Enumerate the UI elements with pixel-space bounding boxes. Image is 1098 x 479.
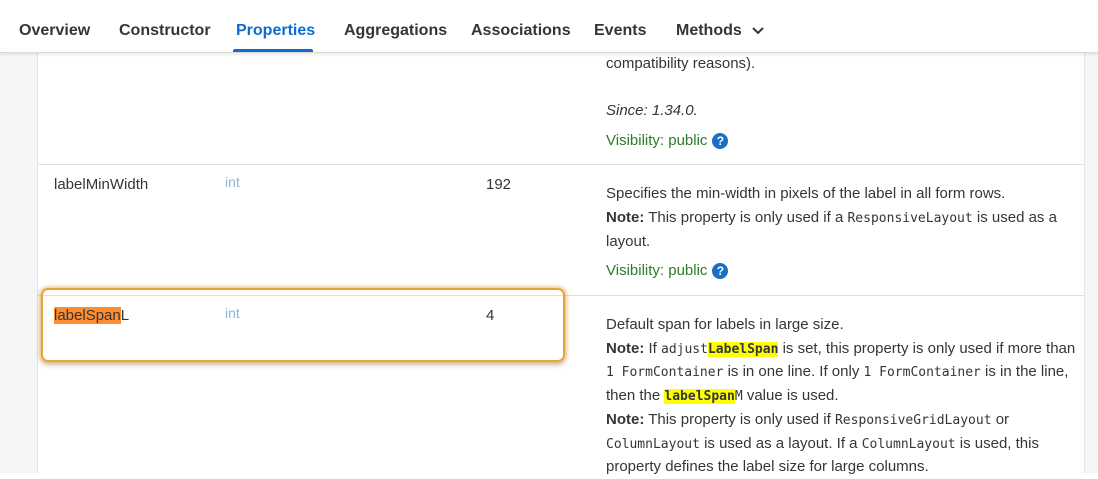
property-desc-line5: Note: This property is only used if Resp… — [606, 408, 1009, 433]
property-desc-line6: ColumnLayout is used as a layout. If a C… — [606, 432, 1039, 457]
tab-bar: Overview Constructor Properties Aggregat… — [0, 0, 1098, 53]
note-label: Note: — [606, 340, 645, 357]
chevron-down-icon[interactable] — [752, 22, 764, 40]
tab-aggregations[interactable]: Aggregations — [344, 22, 447, 40]
code-responsive-layout: ResponsiveLayout — [847, 211, 973, 226]
tab-properties[interactable]: Properties — [236, 22, 315, 40]
note-label: Note: — [606, 209, 645, 226]
property-visibility: Visibility: public? — [606, 259, 729, 283]
desc-text: is used as a layout. If a — [699, 435, 862, 452]
property-desc-line3: 1 FormContainer is in one line. If only … — [606, 360, 1068, 385]
tab-methods-label: Methods — [676, 22, 742, 40]
property-desc-line3: layout. — [606, 233, 651, 250]
focused-row-outline — [41, 288, 565, 362]
property-default: 192 — [486, 176, 512, 193]
code-label-span-m: labelSpanM — [664, 389, 743, 404]
tab-methods[interactable]: Methods — [676, 22, 764, 40]
desc-text: is set, this property is only used if mo… — [778, 340, 1076, 357]
code-form-container: 1 FormContainer — [606, 365, 724, 380]
note-label: Note: — [606, 411, 645, 428]
property-desc-line1: Default span for labels in large size. — [606, 316, 844, 333]
property-name: labelMinWidth — [54, 176, 149, 193]
desc-text: This property is only used if — [644, 411, 835, 428]
row-divider — [38, 164, 1084, 165]
desc-text: is in the line, — [980, 363, 1069, 380]
code-responsive-grid-layout: ResponsiveGridLayout — [834, 413, 992, 428]
left-gutter — [0, 52, 38, 473]
code-text: M — [734, 389, 743, 404]
property-desc-line2: Note: This property is only used if a Re… — [606, 206, 1057, 231]
active-tab-indicator — [233, 49, 313, 52]
prev-row-desc-tail: compatibility reasons). — [606, 55, 756, 72]
desc-text: or — [991, 411, 1010, 428]
desc-text: is used as a — [972, 209, 1057, 226]
code-column-layout: ColumnLayout — [861, 437, 956, 452]
visibility-label: Visibility: public — [606, 262, 708, 279]
desc-text: If — [644, 340, 661, 357]
prev-row-visibility: Visibility: public? — [606, 129, 729, 153]
tab-events[interactable]: Events — [594, 22, 646, 40]
code-form-container: 1 FormContainer — [863, 365, 981, 380]
desc-text: then the — [606, 387, 665, 404]
code-column-layout: ColumnLayout — [606, 437, 700, 452]
tab-constructor[interactable]: Constructor — [119, 22, 211, 40]
help-icon[interactable]: ? — [712, 263, 729, 280]
desc-text: is in one line. If only — [723, 363, 864, 380]
tab-overview[interactable]: Overview — [19, 22, 90, 40]
prev-row-since: Since: 1.34.0. — [606, 99, 698, 123]
property-desc-line7: property defines the label size for larg… — [606, 458, 929, 475]
visibility-label: Visibility: public — [606, 132, 708, 149]
tab-associations[interactable]: Associations — [471, 22, 571, 40]
desc-text: This property is only used if a — [644, 209, 848, 226]
desc-text: is used, this — [955, 435, 1039, 452]
property-desc-line2: Note: If adjustLabelSpan is set, this pr… — [606, 337, 1075, 362]
since-text: Since: 1.34.0. — [606, 102, 698, 119]
right-scroll-gutter[interactable] — [1084, 52, 1098, 473]
property-type-link[interactable]: int — [225, 170, 240, 194]
property-desc-line1: Specifies the min-width in pixels of the… — [606, 185, 1006, 202]
desc-text: value is used. — [742, 387, 839, 404]
help-icon[interactable]: ? — [712, 133, 729, 150]
code-text: adjust — [661, 342, 708, 357]
property-desc-line4: then the labelSpanM value is used. — [606, 384, 839, 409]
search-match-highlight: LabelSpan — [707, 342, 779, 357]
code-adjust-label-span: adjustLabelSpan — [661, 342, 779, 357]
search-match-highlight: labelSpan — [664, 389, 735, 404]
